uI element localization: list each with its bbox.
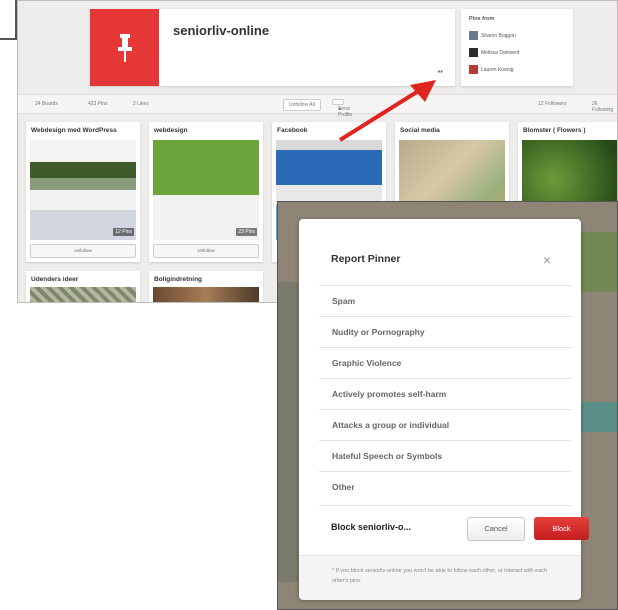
- board-title: webdesign: [154, 127, 188, 134]
- unfollow-button[interactable]: Unfollow: [30, 244, 136, 258]
- pins-from-user-name: Sharon Boggon: [481, 32, 516, 39]
- board-thumbnail: [30, 287, 136, 302]
- avatar: [469, 65, 478, 74]
- unfollow-button[interactable]: Unfollow: [153, 244, 259, 258]
- board-card[interactable]: Udenders ideer: [26, 271, 140, 302]
- dialog-header: Report Pinner ×: [299, 219, 581, 270]
- profile-name: seniorliv-online: [173, 23, 270, 38]
- block-button[interactable]: Block: [534, 517, 589, 540]
- pins-from-user-name: Lauren Koenig: [481, 66, 514, 73]
- board-thumbnail: [153, 287, 259, 302]
- unfollow-all-button[interactable]: Unfollow All: [283, 99, 321, 111]
- reason-attacks[interactable]: Attacks a group or individual: [319, 409, 571, 440]
- following-count[interactable]: 26 Following: [592, 101, 617, 113]
- pins-from-user[interactable]: Lauren Koenig: [469, 65, 514, 74]
- board-title: Boligindretning: [154, 276, 203, 283]
- report-reason-list: Spam Nudity or Pornography Graphic Viole…: [319, 285, 571, 502]
- board-card[interactable]: Webdesign med WordPress 12 Pins Unfollow: [26, 122, 140, 262]
- board-thumbnail: [30, 140, 136, 240]
- block-user-label: Block seniorliv-o...: [331, 522, 412, 532]
- pushpin-icon: [117, 33, 132, 62]
- reason-hateful-speech[interactable]: Hateful Speech or Symbols: [319, 440, 571, 471]
- pins-from-title: Pins from: [469, 16, 495, 22]
- pins-from-user[interactable]: Sharon Boggon: [469, 31, 516, 40]
- reason-graphic-violence[interactable]: Graphic Violence: [319, 347, 571, 378]
- board-title: Webdesign med WordPress: [31, 127, 117, 134]
- reason-self-harm[interactable]: Actively promotes self-harm: [319, 378, 571, 409]
- send-profile-button[interactable]: ◂ Send Profile: [332, 99, 352, 118]
- board-thumbnail: [153, 140, 259, 240]
- pins-from-user[interactable]: Melissa Daniverd: [469, 48, 519, 57]
- pin-count-badge: 23 Pins: [236, 228, 257, 236]
- screenshot-corner: [0, 0, 17, 40]
- pin-count-badge: 12 Pins: [113, 228, 134, 236]
- background-image: [578, 232, 617, 292]
- message-icon[interactable]: ▪▪: [437, 67, 443, 76]
- pins-from-panel: Pins from Sharon Boggon Melissa Daniverd…: [461, 9, 573, 86]
- background-image: [578, 402, 617, 432]
- board-title: Blomster ( Flowers ): [523, 127, 586, 134]
- dialog-footer: * If you block seniorliv-online you won'…: [299, 555, 581, 600]
- avatar: [469, 31, 478, 40]
- reason-spam[interactable]: Spam: [319, 285, 571, 316]
- stats-bar: 24 Boards 423 Pins 2 Likes Unfollow All …: [18, 94, 617, 118]
- send-profile-label: Send Profile: [338, 106, 353, 118]
- profile-card: seniorliv-online ▪▪: [90, 9, 455, 86]
- board-title: Social media: [400, 127, 440, 134]
- boards-count[interactable]: 24 Boards: [35, 101, 58, 107]
- board-title: Facebook: [277, 127, 308, 134]
- likes-count[interactable]: 2 Likes: [133, 101, 149, 107]
- reason-other[interactable]: Other: [319, 471, 571, 502]
- cancel-button[interactable]: Cancel: [467, 517, 525, 541]
- profile-avatar[interactable]: [90, 9, 159, 86]
- background-image: [278, 282, 298, 582]
- reason-nudity[interactable]: Nudity or Pornography: [319, 316, 571, 347]
- close-icon[interactable]: ×: [543, 252, 551, 268]
- pins-count[interactable]: 423 Pins: [88, 101, 107, 107]
- report-dialog-screenshot: Report Pinner × Spam Nudity or Pornograp…: [277, 201, 618, 610]
- board-title: Udenders ideer: [31, 276, 79, 283]
- avatar: [469, 48, 478, 57]
- block-row: Block seniorliv-o... Cancel Block: [319, 505, 589, 548]
- dialog-title: Report Pinner: [331, 253, 401, 265]
- block-footnote: * If you block seniorliv-online you won'…: [332, 568, 548, 584]
- report-pinner-dialog: Report Pinner × Spam Nudity or Pornograp…: [299, 219, 589, 600]
- board-card[interactable]: Boligindretning: [149, 271, 263, 302]
- pins-from-user-name: Melissa Daniverd: [481, 49, 520, 56]
- followers-count[interactable]: 12 Followers: [538, 101, 566, 107]
- board-card[interactable]: webdesign 23 Pins Unfollow: [149, 122, 263, 262]
